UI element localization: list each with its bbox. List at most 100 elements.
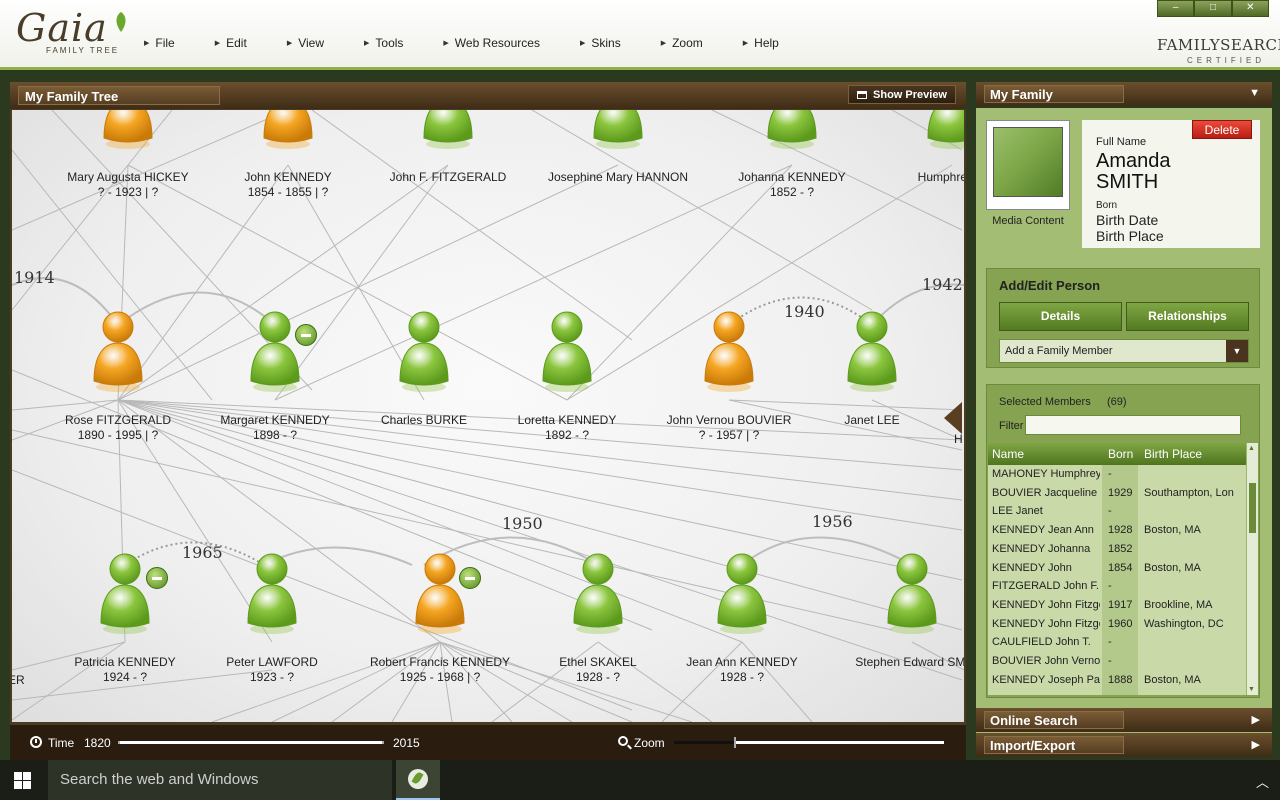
table-row[interactable]: BOUVIER Jacqueline 1929 Southampton, Lon — [988, 484, 1246, 503]
leaf-icon — [116, 12, 126, 32]
family-tree-panel: My Family Tree Show Preview 1914 1940 19… — [10, 82, 966, 760]
table-row[interactable]: BOUVIER John Vernou - — [988, 652, 1246, 671]
menu-skins[interactable]: ▶ Skins — [580, 36, 621, 50]
filter-label: Filter — [999, 420, 1024, 432]
person-card: Delete Full Name Amanda SMITH Born Birth… — [1082, 120, 1260, 248]
windows-start-icon[interactable] — [14, 772, 31, 789]
menu-arrow-icon: ▶ — [364, 40, 370, 47]
menu-arrow-icon: ▶ — [579, 40, 586, 47]
marriage-year-label: 1956 — [812, 512, 853, 531]
menu-edit[interactable]: ▶ Edit — [215, 36, 247, 50]
person-figure-icon — [847, 311, 897, 392]
table-row[interactable]: KENNEDY John Fitzge 1917 Brookline, MA — [988, 596, 1246, 615]
taskbar-search-box[interactable]: Search the web and Windows — [48, 760, 392, 800]
tray-chevron-up-icon[interactable]: ︿ — [1256, 772, 1269, 791]
table-row[interactable]: CAULFIELD John T. - — [988, 633, 1246, 652]
person-name: Patricia KENNEDY — [74, 655, 176, 669]
cell-birth-place: Brookline, MA — [1144, 598, 1213, 611]
cell-birth-place: Boston, MA — [1144, 524, 1201, 537]
scroll-up-icon[interactable]: ▲ — [1248, 445, 1255, 452]
menu-web-resources[interactable]: ▶ Web Resources — [443, 36, 540, 50]
cell-born: - — [1108, 505, 1112, 518]
marriage-year-label: 1942 — [922, 275, 963, 294]
chevron-right-icon[interactable]: ▶ — [1252, 713, 1260, 726]
minimize-button[interactable]: – — [1157, 0, 1195, 17]
person-figure-icon — [100, 553, 150, 634]
person-name: Charles BURKE — [380, 413, 468, 427]
birth-date-value: Birth Date — [1096, 212, 1159, 228]
table-row[interactable]: MAHONEY Humphrey - — [988, 465, 1246, 484]
person-figure-icon — [423, 110, 473, 149]
marriage-year-label: 1940 — [784, 302, 825, 321]
zoom-slider[interactable] — [674, 737, 944, 748]
top-bar: Gaia FAMILY TREE ▶ File ▶ Edit ▶ View ▶ Tool… — [0, 0, 1280, 70]
table-row[interactable]: KENNEDY Joseph Pat 1888 Boston, MA — [988, 671, 1246, 690]
windows-taskbar: Search the web and Windows ︿ — [0, 760, 1280, 800]
person-figure-icon — [263, 110, 313, 149]
person-dates: ? - 1957 | ? — [698, 428, 760, 442]
person-dates: 1925 - 1968 | ? — [399, 670, 481, 684]
menu-zoom[interactable]: ▶ Zoom — [661, 36, 703, 50]
table-row[interactable]: LEE Janet - — [988, 502, 1246, 521]
collapse-icon[interactable] — [146, 567, 168, 589]
time-range-slider[interactable] — [118, 741, 384, 744]
zoom-icon — [618, 736, 628, 746]
maximize-button[interactable]: □ — [1194, 0, 1232, 17]
table-row[interactable]: KENNEDY John Fitzge 1960 Washington, DC — [988, 615, 1246, 634]
collapse-icon[interactable] — [459, 567, 481, 589]
collapse-icon[interactable] — [295, 324, 317, 346]
cell-name: FITZGERALD John F. — [992, 580, 1099, 593]
menu-file[interactable]: ▶ File — [144, 36, 175, 50]
tree-canvas[interactable]: 1914 1940 1942 1965 1950 1956 Mary Augus… — [12, 110, 964, 722]
filter-input[interactable] — [1025, 415, 1241, 435]
details-button[interactable]: Details — [999, 302, 1122, 331]
close-button[interactable]: ✕ — [1231, 0, 1269, 17]
import-export-title: Import/Export — [984, 736, 1124, 754]
person-figure-icon — [593, 110, 643, 149]
person-figure-icon — [887, 553, 937, 634]
menu-tools[interactable]: ▶ Tools — [364, 36, 403, 50]
selected-members-section: Selected Members (69) Filter Name Born B… — [986, 384, 1260, 698]
scrollbar-thumb[interactable] — [1249, 483, 1256, 533]
menu-help[interactable]: ▶ Help — [743, 36, 779, 50]
table-row[interactable]: FITZGERALD John F. - — [988, 577, 1246, 596]
import-export-header[interactable]: Import/Export ▶ — [976, 733, 1272, 757]
person-name: Rose FITZGERALD — [64, 413, 172, 427]
gaia-taskbar-app[interactable] — [396, 760, 440, 800]
cell-name: MAHONEY Humphrey — [992, 468, 1100, 480]
scroll-down-icon[interactable]: ▼ — [1248, 686, 1255, 693]
chevron-right-icon[interactable]: ▶ — [1252, 738, 1260, 751]
zoom-slider-handle[interactable] — [734, 737, 736, 748]
table-row[interactable]: KENNEDY Johanna 1852 — [988, 540, 1246, 559]
table-scrollbar[interactable]: ▲ ▼ — [1246, 443, 1258, 695]
person-name: Robert Francis KENNEDY — [369, 655, 511, 669]
person-figure-icon — [573, 553, 623, 634]
person-dates: 1890 - 1995 | ? — [77, 428, 159, 442]
marriage-year-label: 1914 — [14, 268, 55, 287]
time-label: Time — [48, 736, 75, 750]
column-header-birth-place[interactable]: Birth Place — [1144, 447, 1246, 461]
add-family-member-select[interactable]: Add a Family Member ▼ — [999, 339, 1249, 363]
person-name: Ethel SKAKEL — [559, 655, 637, 669]
menu-view[interactable]: ▶ View — [287, 36, 324, 50]
scroll-right-arrow-icon[interactable] — [944, 402, 962, 434]
marriage-year-label: 1950 — [502, 514, 543, 533]
person-figure-icon — [247, 553, 297, 634]
clock-icon — [30, 736, 42, 748]
show-preview-button[interactable]: Show Preview — [848, 85, 956, 104]
zoom-label: Zoom — [634, 736, 665, 750]
full-name-label: Full Name — [1096, 136, 1147, 148]
person-dates: ? - 1923 | ? — [97, 185, 159, 199]
table-row[interactable]: KENNEDY Jean Ann 1928 Boston, MA — [988, 521, 1246, 540]
partial-person-name: H — [954, 432, 963, 446]
chevron-down-icon[interactable]: ▼ — [1226, 340, 1248, 362]
relationships-button[interactable]: Relationships — [1126, 302, 1249, 331]
delete-button[interactable]: Delete — [1192, 120, 1252, 139]
my-family-header[interactable]: My Family ▼ — [976, 82, 1272, 106]
media-content-thumbnail[interactable] — [986, 120, 1070, 210]
table-row[interactable]: KENNEDY John 1854 Boston, MA — [988, 559, 1246, 578]
online-search-header[interactable]: Online Search ▶ — [976, 708, 1272, 732]
chevron-down-icon[interactable]: ▼ — [1249, 87, 1260, 99]
column-header-name[interactable]: Name — [992, 447, 1100, 461]
column-header-born[interactable]: Born — [1108, 447, 1138, 461]
